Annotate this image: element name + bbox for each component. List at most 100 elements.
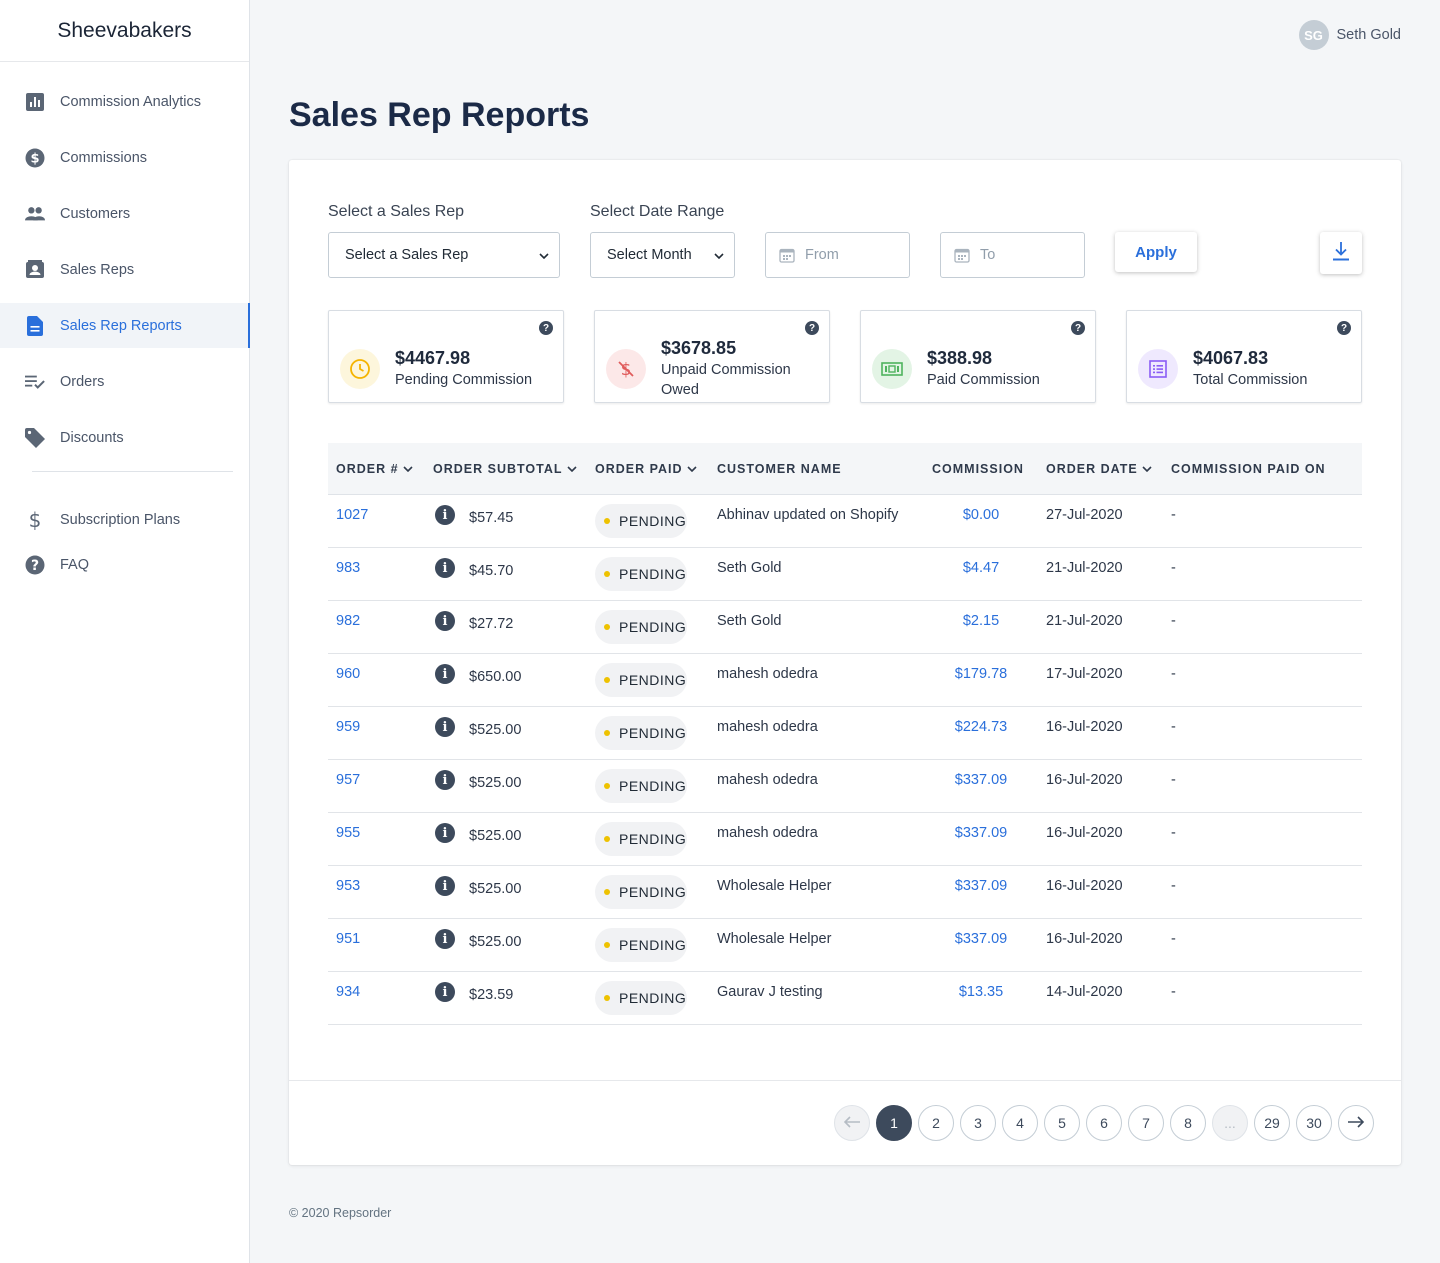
page-button[interactable]: 30 (1296, 1105, 1332, 1141)
status-text: PENDING (619, 725, 687, 741)
status-badge: PENDING (595, 663, 687, 697)
commission-link[interactable]: $4.47 (932, 560, 1030, 576)
page-ellipsis: ... (1212, 1105, 1248, 1141)
order-number-link[interactable]: 982 (336, 613, 360, 629)
order-number-link[interactable]: 960 (336, 666, 360, 682)
sidebar-item-discounts[interactable]: Discounts (0, 415, 249, 460)
page-button[interactable]: 3 (960, 1105, 996, 1141)
stat-total-commission: ? $4067.83 Total Commission (1126, 310, 1362, 403)
help-icon[interactable]: ? (1337, 321, 1351, 335)
commission-link[interactable]: $179.78 (932, 666, 1030, 682)
download-button[interactable] (1320, 232, 1362, 274)
order-date: 16-Jul-2020 (1046, 931, 1123, 947)
chevron-down-icon (686, 466, 697, 472)
info-icon[interactable]: i (435, 823, 455, 843)
calendar-icon (779, 247, 795, 263)
user-menu[interactable]: SG Seth Gold (1298, 20, 1401, 50)
sidebar-item-faq[interactable]: ? FAQ (0, 542, 249, 587)
sidebar-item-subscription-plans[interactable]: $ Subscription Plans (0, 497, 249, 542)
commission-link[interactable]: $224.73 (932, 719, 1030, 735)
page-button[interactable]: 4 (1002, 1105, 1038, 1141)
month-select[interactable]: Select Month (590, 232, 735, 278)
no-dollar-icon: $ (606, 349, 646, 389)
info-icon[interactable]: i (435, 558, 455, 578)
help-icon[interactable]: ? (805, 321, 819, 335)
customer-name: Seth Gold (717, 560, 782, 576)
status-badge: PENDING (595, 716, 687, 750)
page-button[interactable]: 5 (1044, 1105, 1080, 1141)
column-header-order[interactable]: ORDER # (336, 462, 413, 476)
info-icon[interactable]: i (435, 876, 455, 896)
info-icon[interactable]: i (435, 717, 455, 737)
info-icon[interactable]: i (435, 929, 455, 949)
status-dot (604, 730, 610, 736)
brand-name[interactable]: Sheevabakers (0, 0, 249, 62)
info-icon[interactable]: i (435, 505, 455, 525)
page-button[interactable]: 2 (918, 1105, 954, 1141)
commission-link[interactable]: $0.00 (932, 507, 1030, 523)
to-date-input[interactable]: To (940, 232, 1085, 278)
commission-link[interactable]: $337.09 (932, 878, 1030, 894)
order-number-link[interactable]: 955 (336, 825, 360, 841)
help-icon[interactable]: ? (1071, 321, 1085, 335)
commission-link[interactable]: $337.09 (932, 825, 1030, 841)
page-button[interactable]: 29 (1254, 1105, 1290, 1141)
next-page-button[interactable] (1338, 1105, 1374, 1141)
sidebar-item-label: Discounts (60, 429, 124, 446)
sidebar-item-sales-rep-reports[interactable]: Sales Rep Reports (0, 303, 250, 348)
sidebar-nav: Commission Analytics $ Commissions Custo… (0, 62, 250, 460)
help-icon[interactable]: ? (539, 321, 553, 335)
status-text: PENDING (619, 513, 687, 529)
order-subtotal: $525.00 (469, 828, 522, 844)
sidebar-item-customers[interactable]: Customers (0, 191, 249, 236)
page-button[interactable]: 8 (1170, 1105, 1206, 1141)
order-number-link[interactable]: 959 (336, 719, 360, 735)
info-icon[interactable]: i (435, 611, 455, 631)
page-button[interactable]: 7 (1128, 1105, 1164, 1141)
sidebar-item-commission-analytics[interactable]: Commission Analytics (0, 79, 249, 124)
customer-name: Seth Gold (717, 613, 782, 629)
from-date-input[interactable]: From (765, 232, 910, 278)
info-icon[interactable]: i (435, 664, 455, 684)
column-header-order-date[interactable]: ORDER DATE (1046, 462, 1152, 476)
order-number-link[interactable]: 934 (336, 984, 360, 1000)
month-select-value: Select Month (607, 247, 692, 263)
sidebar-item-label: Subscription Plans (60, 511, 181, 528)
prev-page-button[interactable] (834, 1105, 870, 1141)
status-dot (604, 836, 610, 842)
info-icon[interactable]: i (435, 770, 455, 790)
apply-button[interactable]: Apply (1115, 232, 1197, 272)
status-text: PENDING (619, 566, 687, 582)
commission-link[interactable]: $337.09 (932, 772, 1030, 788)
clock-icon (340, 349, 380, 389)
status-dot (604, 889, 610, 895)
table-row: 982 i $27.72 PENDING Seth Gold $2.15 21-Jul-20… (328, 601, 1362, 654)
sidebar-item-sales-reps[interactable]: Sales Reps (0, 247, 249, 292)
sidebar-item-orders[interactable]: Orders (0, 359, 249, 404)
order-subtotal: $525.00 (469, 881, 522, 897)
chevron-down-icon (1142, 466, 1152, 472)
order-number-link[interactable]: 1027 (336, 507, 368, 523)
sales-rep-select[interactable]: Select a Sales Rep (328, 232, 560, 278)
sidebar-secondary-nav: $ Subscription Plans ? FAQ (0, 497, 249, 587)
stat-label: Paid Commission (927, 372, 1040, 388)
column-header-subtotal[interactable]: ORDER SUBTOTAL (433, 462, 577, 476)
order-number-link[interactable]: 957 (336, 772, 360, 788)
status-badge: PENDING (595, 504, 687, 538)
commission-link[interactable]: $2.15 (932, 613, 1030, 629)
stat-value: $388.98 (927, 348, 993, 368)
sidebar-item-commissions[interactable]: $ Commissions (0, 135, 249, 180)
order-number-link[interactable]: 983 (336, 560, 360, 576)
chevron-down-icon (566, 466, 577, 472)
commission-link[interactable]: $13.35 (932, 984, 1030, 1000)
order-number-link[interactable]: 951 (336, 931, 360, 947)
page-button[interactable]: 6 (1086, 1105, 1122, 1141)
column-header-order-paid[interactable]: ORDER PAID (595, 462, 697, 476)
table-row: 951 i $525.00 PENDING Wholesale Helper $337.0… (328, 919, 1362, 972)
page-button[interactable]: 1 (876, 1105, 912, 1141)
info-icon[interactable]: i (435, 982, 455, 1002)
commission-link[interactable]: $337.09 (932, 931, 1030, 947)
order-subtotal: $650.00 (469, 669, 522, 685)
page-title: Sales Rep Reports (289, 96, 590, 134)
order-number-link[interactable]: 953 (336, 878, 360, 894)
